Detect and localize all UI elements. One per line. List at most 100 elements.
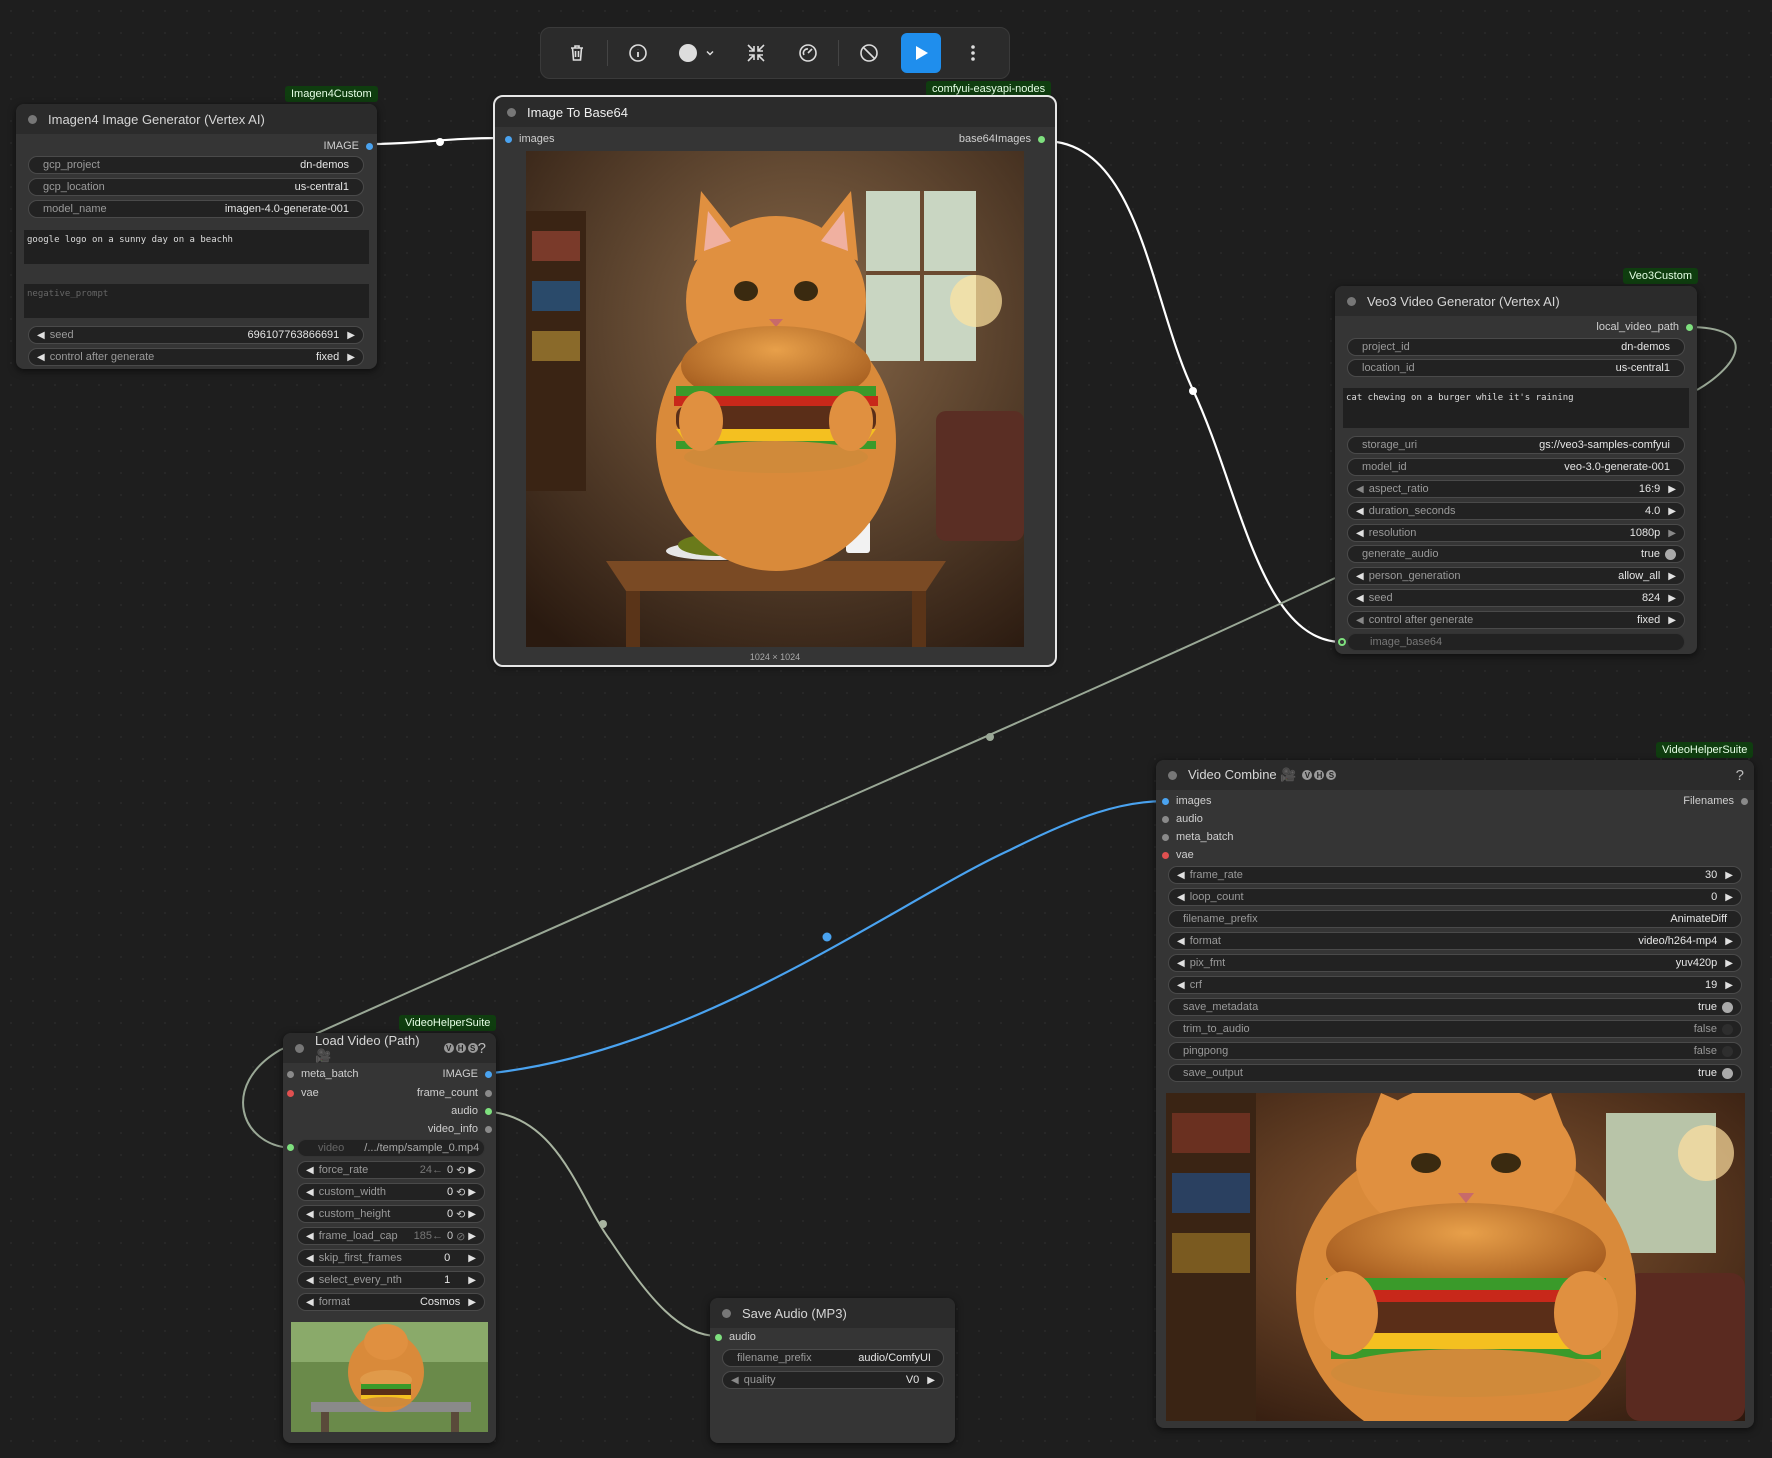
collapse-dot-icon[interactable] xyxy=(507,107,516,117)
custom-height-widget[interactable]: ◀ custom_height 0 ⟲ ▶ xyxy=(297,1205,485,1223)
force-rate-widget[interactable]: ◀ force_rate 24← 0 ⟲ ▶ xyxy=(297,1161,485,1179)
input-socket-video[interactable] xyxy=(287,1144,294,1151)
input-meta-batch[interactable]: meta_batch xyxy=(1162,830,1233,844)
socket-dot xyxy=(287,1070,294,1078)
generate-audio-toggle[interactable]: generate_audio true xyxy=(1347,545,1685,563)
node-title-bar[interactable]: Save Audio (MP3) xyxy=(710,1298,955,1328)
prompt-textarea[interactable]: google logo on a sunny day on a beachh xyxy=(24,230,369,264)
socket-dot[interactable] xyxy=(1038,135,1045,143)
imagen4-node[interactable]: Imagen4 Image Generator (Vertex AI) IMAG… xyxy=(16,104,377,369)
input-meta-batch[interactable]: meta_batch xyxy=(287,1067,358,1081)
chevron-down-icon xyxy=(706,50,714,56)
output-base64images[interactable]: base64Images xyxy=(959,132,1045,146)
gcp-location-widget[interactable]: gcp_location us-central1 xyxy=(28,178,364,196)
select-every-nth-widget[interactable]: ◀ select_every_nth 1 ▶ xyxy=(297,1271,485,1289)
input-vae[interactable]: vae xyxy=(1162,848,1194,862)
control-after-generate-widget[interactable]: ◀ control after generate fixed ▶ xyxy=(28,348,364,366)
socket-dot[interactable] xyxy=(505,135,512,143)
crf-widget[interactable]: ◀ crf 19 ▶ xyxy=(1168,976,1742,994)
resolution-widget[interactable]: ◀ resolution 1080p ▶ xyxy=(1347,524,1685,542)
location-id-widget[interactable]: location_id us-central1 xyxy=(1347,359,1685,377)
bypass-button[interactable] xyxy=(849,33,889,73)
output-audio[interactable]: audio xyxy=(451,1104,492,1118)
seed-widget[interactable]: ◀ seed 696107763866691 ▶ xyxy=(28,326,364,344)
trim-to-audio-toggle[interactable]: trim_to_audio false xyxy=(1168,1020,1742,1038)
input-vae[interactable]: vae xyxy=(287,1086,319,1100)
node-title: Image To Base64 xyxy=(527,104,628,120)
load-video-path-node[interactable]: Load Video (Path) 🎥 V H S? meta_batch vae I… xyxy=(283,1033,496,1443)
output-image[interactable]: IMAGE xyxy=(324,139,373,153)
collapse-dot-icon[interactable] xyxy=(1168,770,1177,780)
filename-prefix-widget[interactable]: filename_prefix AnimateDiff xyxy=(1168,910,1742,928)
video-path-widget[interactable]: video/.../temp/sample_0.mp4 xyxy=(297,1139,485,1157)
project-id-widget[interactable]: project_id dn-demos xyxy=(1347,338,1685,356)
node-title-bar[interactable]: Veo3 Video Generator (Vertex AI) xyxy=(1335,286,1697,316)
negative-prompt-textarea[interactable]: negative_prompt xyxy=(24,284,369,318)
video-combine-node[interactable]: Video Combine 🎥 V H S? images audio meta_ba… xyxy=(1156,760,1754,1428)
filename-prefix-widget[interactable]: filename_prefix audio/ComfyUI xyxy=(722,1349,944,1367)
socket-dot[interactable] xyxy=(366,142,373,150)
run-button[interactable] xyxy=(901,33,941,73)
output-local-video-path[interactable]: local_video_path xyxy=(1596,320,1693,334)
pingpong-toggle[interactable]: pingpong false xyxy=(1168,1042,1742,1060)
node-title-bar[interactable]: Video Combine 🎥 V H S? xyxy=(1156,760,1754,790)
color-circle-icon xyxy=(679,44,697,62)
pin-button[interactable] xyxy=(788,33,828,73)
image-to-base64-node[interactable]: Image To Base64 images base64Images 1024… xyxy=(493,95,1057,667)
person-generation-widget[interactable]: ◀ person_generation allow_all ▶ xyxy=(1347,567,1685,585)
wire-image-to-base64 xyxy=(369,136,504,146)
node-title-bar[interactable]: Image To Base64 xyxy=(495,97,1055,127)
model-id-widget[interactable]: model_id veo-3.0-generate-001 xyxy=(1347,458,1685,476)
format-widget[interactable]: ◀ format video/h264-mp4 ▶ xyxy=(1168,932,1742,950)
model-name-widget[interactable]: model_name imagen-4.0-generate-001 xyxy=(28,200,364,218)
collapse-dot-icon[interactable] xyxy=(295,1043,304,1053)
info-button[interactable] xyxy=(618,33,658,73)
help-icon[interactable]: ? xyxy=(1736,767,1744,784)
aspect-ratio-widget[interactable]: ◀ aspect_ratio 16:9 ▶ xyxy=(1347,480,1685,498)
gcp-project-widget[interactable]: gcp_project dn-demos xyxy=(28,156,364,174)
output-video-info[interactable]: video_info xyxy=(428,1122,492,1136)
input-audio[interactable]: audio xyxy=(1162,812,1203,826)
output-filenames[interactable]: Filenames xyxy=(1683,794,1748,808)
collapse-dot-icon[interactable] xyxy=(28,114,37,124)
video-thumbnail-cat-burger-outdoors[interactable] xyxy=(291,1322,488,1432)
frame-load-cap-widget[interactable]: ◀ frame_load_cap 185← 0 ⊘ ▶ xyxy=(297,1227,485,1245)
format-widget[interactable]: ◀ format Cosmos ▶ xyxy=(297,1293,485,1311)
save-metadata-toggle[interactable]: save_metadata true xyxy=(1168,998,1742,1016)
help-icon[interactable]: ? xyxy=(478,1040,486,1057)
control-after-generate-widget[interactable]: ◀ control after generate fixed ▶ xyxy=(1347,611,1685,629)
output-frame-count[interactable]: frame_count xyxy=(417,1086,492,1100)
collapse-button[interactable] xyxy=(736,33,776,73)
skip-first-frames-widget[interactable]: ◀ skip_first_frames 0 ▶ xyxy=(297,1249,485,1267)
quality-widget[interactable]: ◀ quality V0 ▶ xyxy=(722,1371,944,1389)
node-title-bar[interactable]: Imagen4 Image Generator (Vertex AI) xyxy=(16,104,377,134)
loop-count-widget[interactable]: ◀ loop_count 0 ▶ xyxy=(1168,888,1742,906)
node-title: Imagen4 Image Generator (Vertex AI) xyxy=(48,111,265,127)
color-picker-button[interactable] xyxy=(670,33,724,73)
video-preview-cat-burger[interactable] xyxy=(1166,1093,1745,1421)
storage-uri-widget[interactable]: storage_uri gs://veo3-samples-comfyui xyxy=(1347,436,1685,454)
input-socket-image-base64[interactable] xyxy=(1338,638,1346,646)
custom-width-widget[interactable]: ◀ custom_width 0 ⟲ ▶ xyxy=(297,1183,485,1201)
input-images[interactable]: images xyxy=(1162,794,1211,808)
output-image[interactable]: IMAGE xyxy=(443,1067,492,1081)
prompt-textarea[interactable]: cat chewing on a burger while it's raini… xyxy=(1343,388,1689,428)
save-output-toggle[interactable]: save_output true xyxy=(1168,1064,1742,1082)
save-audio-mp3-node[interactable]: Save Audio (MP3) audio filename_prefix au… xyxy=(710,1298,955,1443)
pix-fmt-widget[interactable]: ◀ pix_fmt yuv420p ▶ xyxy=(1168,954,1742,972)
input-audio[interactable]: audio xyxy=(715,1330,756,1344)
collapse-dot-icon[interactable] xyxy=(722,1308,731,1318)
seed-widget[interactable]: ◀ seed 824 ▶ xyxy=(1347,589,1685,607)
node-title-bar[interactable]: Load Video (Path) 🎥 V H S? xyxy=(283,1033,496,1063)
arrow-left-icon: ◀ xyxy=(306,1252,314,1264)
more-options-button[interactable] xyxy=(953,33,993,73)
veo3-video-generator-node[interactable]: Veo3 Video Generator (Vertex AI) local_v… xyxy=(1335,286,1697,654)
socket-dot[interactable] xyxy=(1686,323,1693,331)
delete-button[interactable] xyxy=(557,33,597,73)
frame-rate-widget[interactable]: ◀ frame_rate 30 ▶ xyxy=(1168,866,1742,884)
image-base64-input-widget[interactable]: image_base64 xyxy=(1347,633,1685,651)
duration-seconds-widget[interactable]: ◀ duration_seconds 4.0 ▶ xyxy=(1347,502,1685,520)
collapse-dot-icon[interactable] xyxy=(1347,296,1356,306)
arrow-left-icon: ◀ xyxy=(1356,505,1364,517)
input-images[interactable]: images xyxy=(505,132,554,146)
